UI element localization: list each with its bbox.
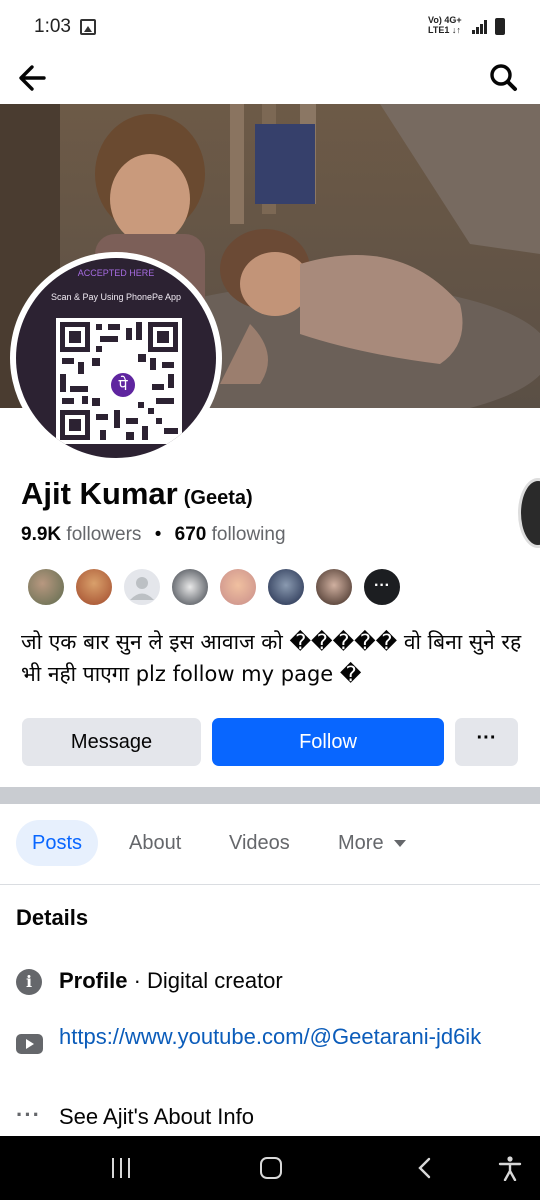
qr-scan-label: Scan & Pay Using PhonePe App (50, 292, 182, 302)
profile-name: Ajit Kumar (Geeta) (21, 476, 253, 512)
tab-videos[interactable]: Videos (213, 820, 306, 866)
profile-picture-qr: ACCEPTED HERE Scan & Pay Using PhonePe A… (16, 258, 216, 458)
person-placeholder-icon (130, 577, 154, 600)
friend-avatar[interactable] (74, 567, 114, 607)
friend-avatar[interactable] (218, 567, 258, 607)
friend-avatar[interactable] (26, 567, 66, 607)
recent-apps-button[interactable] (110, 1158, 134, 1178)
mutual-friends-avatars[interactable]: ··· (26, 567, 406, 609)
message-button[interactable]: Message (22, 718, 201, 766)
accessibility-icon (498, 1156, 522, 1182)
profile-name-text: Ajit Kumar (21, 476, 178, 511)
qr-code: पे (56, 318, 182, 444)
top-navigation-bar (0, 54, 540, 104)
friend-avatar[interactable] (170, 567, 210, 607)
details-heading: Details (16, 905, 89, 930)
more-friends-icon[interactable]: ··· (362, 567, 402, 607)
info-icon: i (16, 969, 42, 995)
following-label[interactable]: following (212, 524, 286, 545)
detail-row-youtube: https://www.youtube.com/@Geetarani-jd6ik (16, 1022, 526, 1082)
tab-more-label: More (338, 832, 384, 854)
friend-avatar-placeholder[interactable] (122, 567, 162, 607)
friend-avatar[interactable] (314, 567, 354, 607)
signal-icon (472, 20, 488, 34)
network-indicator: Vo) 4G+ (428, 15, 462, 25)
friend-avatar[interactable] (266, 567, 306, 607)
back-button[interactable] (14, 58, 54, 98)
gallery-notification-icon (80, 19, 96, 35)
back-arrow-icon (19, 65, 46, 91)
see-about-info-link[interactable]: See Ajit's About Info (59, 1102, 254, 1132)
phonepe-logo-icon: पे (108, 370, 138, 400)
youtube-icon (16, 1034, 43, 1054)
stats-separator: • (154, 524, 162, 545)
more-options-button[interactable]: ··· (455, 718, 518, 766)
youtube-link[interactable]: https://www.youtube.com/@Geetarani-jd6ik (59, 1022, 509, 1051)
system-back-button[interactable] (415, 1156, 435, 1180)
profile-tabs: Posts About Videos More (0, 804, 540, 885)
followers-count[interactable]: 9.9K (21, 524, 61, 545)
follow-stats: 9.9K followers • 670 following (21, 524, 286, 546)
floating-side-handle[interactable] (518, 478, 540, 548)
section-divider (0, 787, 540, 804)
follow-button[interactable]: Follow (212, 718, 444, 766)
followers-label[interactable]: followers (66, 524, 141, 545)
tab-more[interactable]: More (322, 820, 422, 866)
following-count[interactable]: 670 (175, 524, 207, 545)
status-bar: 1:03 Vo) 4G+ LTE1 ↓↑ (0, 0, 540, 54)
search-icon (490, 64, 517, 91)
profile-picture[interactable]: ACCEPTED HERE Scan & Pay Using PhonePe A… (10, 252, 222, 464)
profile-label: Profile (59, 968, 128, 993)
profile-category-value: · Digital creator (127, 968, 283, 993)
profile-alternate-name: (Geeta) (183, 487, 253, 509)
battery-icon (495, 18, 505, 35)
tab-posts[interactable]: Posts (16, 820, 99, 866)
system-navigation-bar (0, 1136, 540, 1200)
detail-row-profile: i Profile · Digital creator (16, 966, 526, 998)
tab-about[interactable]: About (113, 820, 197, 866)
qr-accepted-label: ACCEPTED HERE (77, 268, 155, 278)
caret-down-icon (393, 840, 406, 848)
status-time: 1:03 (34, 16, 71, 37)
network-indicator-secondary: LTE1 ↓↑ (428, 25, 461, 35)
search-button[interactable] (484, 58, 524, 98)
profile-category: Profile · Digital creator (59, 966, 283, 996)
profile-bio: जो एक बार सुन ले इस आवाज को ����� वो बिन… (21, 630, 522, 686)
detail-row-about[interactable]: ··· See Ajit's About Info (16, 1102, 526, 1134)
more-dots-icon: ··· (16, 1102, 41, 1127)
chevron-left-icon (418, 1157, 431, 1179)
accessibility-button[interactable] (497, 1155, 523, 1182)
home-button[interactable] (260, 1157, 282, 1179)
